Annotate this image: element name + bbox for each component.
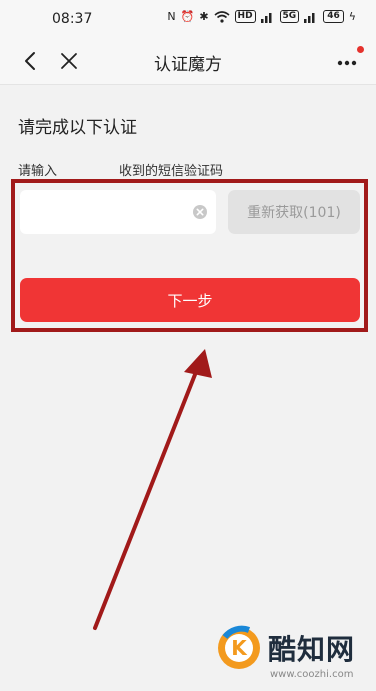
- signal-icon: [260, 12, 272, 23]
- input-hint: 收到的短信验证码: [119, 164, 224, 179]
- watermark-url: www.coozhi.com: [270, 669, 354, 680]
- resend-code-button[interactable]: 重新获取(101): [228, 190, 360, 234]
- watermark-brand: 酷知网: [268, 633, 356, 666]
- next-step-button[interactable]: 下一步: [20, 278, 360, 322]
- notification-dot: [357, 46, 364, 53]
- annotation-arrow: [93, 349, 212, 630]
- charging-icon: ϟ: [348, 10, 356, 23]
- network-badge: 5G: [279, 10, 300, 23]
- alarm-icon: ⏰: [180, 10, 195, 23]
- svg-text:K: K: [231, 636, 248, 660]
- hd-badge: HD: [234, 10, 256, 23]
- watermark-logo: K 酷知网: [216, 625, 355, 671]
- wifi-icon: [214, 10, 230, 23]
- bluetooth-icon: ✱: [199, 10, 209, 23]
- battery-level: 46: [323, 10, 344, 23]
- status-icons: N ⏰ ✱ HD 5G 46 ϟ: [167, 10, 356, 23]
- input-label: 请输入: [18, 164, 58, 179]
- clear-input-icon[interactable]: [192, 204, 208, 220]
- sms-code-input[interactable]: [20, 190, 216, 234]
- nav-bar: 认证魔方: [0, 38, 376, 85]
- status-bar: 08:37 N ⏰ ✱ HD 5G 46 ϟ: [0, 0, 376, 38]
- input-instructions: 请输入 收到的短信验证码: [18, 160, 223, 179]
- status-time: 08:37: [52, 11, 93, 27]
- form-heading: 请完成以下认证: [18, 118, 137, 138]
- page-title: 认证魔方: [154, 55, 222, 75]
- brand-logo-icon: K: [218, 625, 260, 669]
- nfc-icon: N: [167, 10, 176, 23]
- signal-icon-2: [304, 12, 315, 23]
